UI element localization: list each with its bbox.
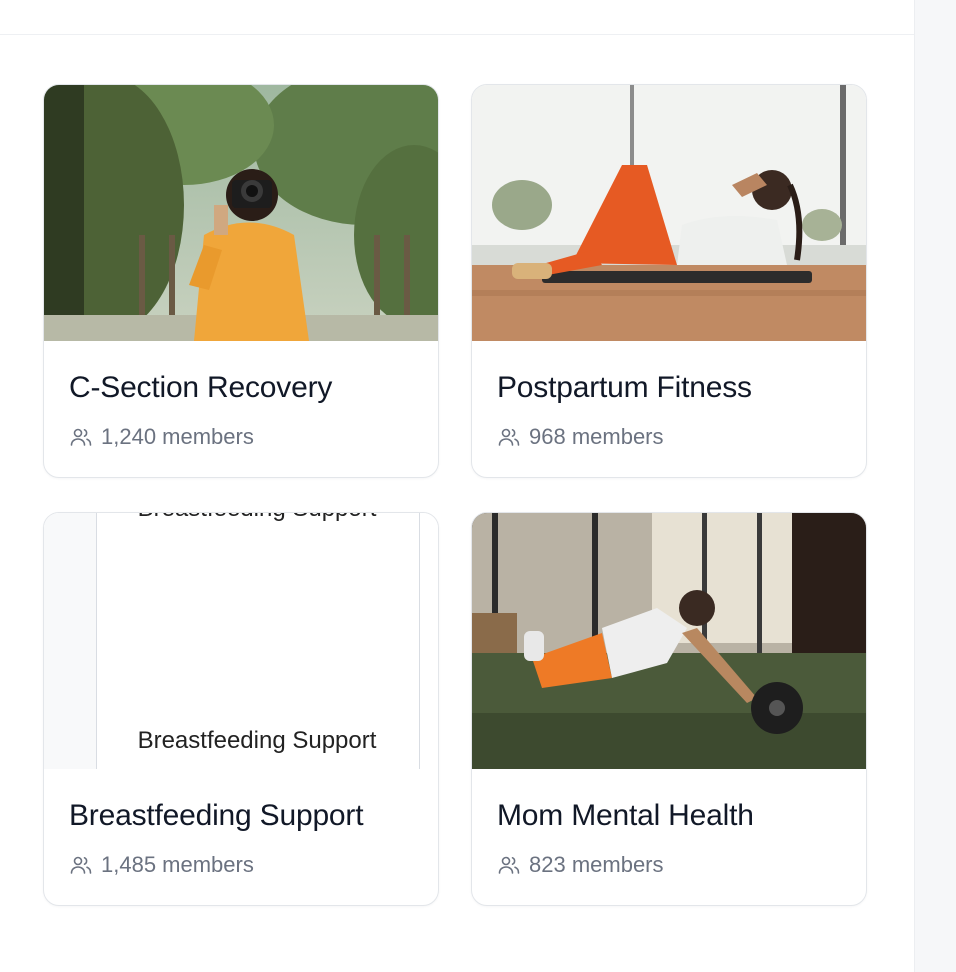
users-icon (498, 428, 520, 446)
member-count: 968 members (497, 424, 664, 450)
member-count-label: 968 members (529, 424, 664, 449)
users-icon (70, 428, 92, 446)
group-card-breastfeeding-support[interactable]: Breastfeeding Support Breastfeeding Supp… (43, 512, 439, 906)
member-count: 823 members (497, 852, 664, 878)
group-card-postpartum-fitness[interactable]: Postpartum Fitness 968 members (471, 84, 867, 478)
member-count: 1,485 members (69, 852, 254, 878)
member-count-label: 823 members (529, 852, 664, 877)
group-title[interactable]: Breastfeeding Support (69, 799, 364, 833)
group-card-mom-mental-health[interactable]: Mom Mental Health 823 members (471, 512, 867, 906)
broken-image-alt-text: Breastfeeding Support (96, 513, 418, 523)
group-image-broken: Breastfeeding Support Breastfeeding Supp… (44, 513, 438, 769)
member-count-label: 1,240 members (101, 424, 254, 449)
group-title[interactable]: Postpartum Fitness (497, 371, 752, 405)
member-count-label: 1,485 members (101, 852, 254, 877)
top-bar (0, 0, 914, 35)
group-image-photographer (44, 85, 438, 341)
group-title[interactable]: C-Section Recovery (69, 371, 332, 405)
member-count: 1,240 members (69, 424, 254, 450)
right-sidebar-edge (914, 0, 956, 972)
group-image-crunches (472, 85, 866, 341)
users-icon (70, 856, 92, 874)
broken-image-alt-caption: Breastfeeding Support (137, 727, 377, 754)
image-placeholder-strip (44, 513, 96, 769)
group-card-c-section-recovery[interactable]: C-Section Recovery 1,240 members (43, 84, 439, 478)
users-icon (498, 856, 520, 874)
group-title[interactable]: Mom Mental Health (497, 799, 754, 833)
group-image-ab-roller (472, 513, 866, 769)
